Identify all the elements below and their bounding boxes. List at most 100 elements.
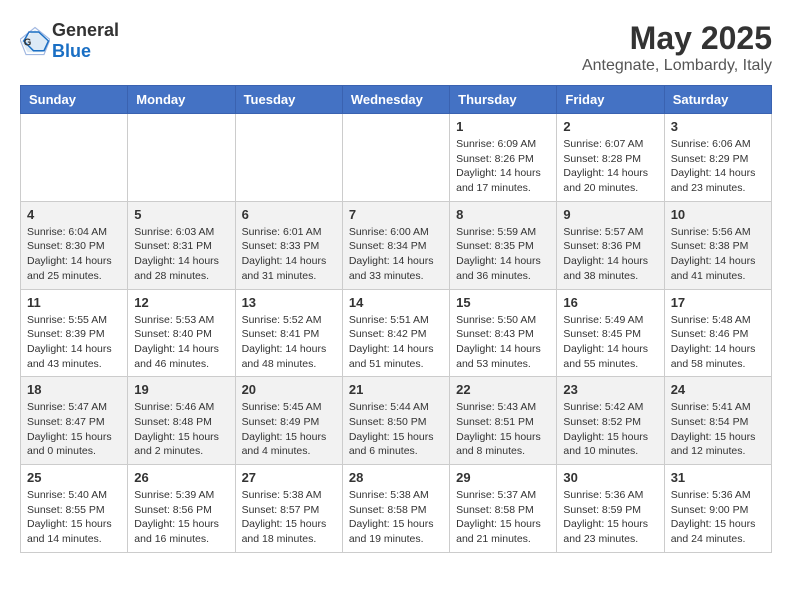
day-info: Sunrise: 6:09 AMSunset: 8:26 PMDaylight:… <box>456 137 550 196</box>
day-number: 24 <box>671 382 765 397</box>
calendar-week-4: 18 Sunrise: 5:47 AMSunset: 8:47 PMDayligh… <box>21 377 772 465</box>
day-number: 4 <box>27 207 121 222</box>
calendar-cell-2-4: 7 Sunrise: 6:00 AMSunset: 8:34 PMDaylight… <box>342 201 449 289</box>
day-info: Sunrise: 6:07 AMSunset: 8:28 PMDaylight:… <box>563 137 657 196</box>
calendar-cell-3-1: 11Sunrise: 5:55 AMSunset: 8:39 PMDayligh… <box>21 289 128 377</box>
day-info: Sunrise: 5:41 AMSunset: 8:54 PMDaylight:… <box>671 400 765 459</box>
calendar-cell-3-2: 12 Sunrise: 5:53 AMSunset: 8:40 PMDayligh… <box>128 289 235 377</box>
calendar-cell-5-4: 28Sunrise: 5:38 AMSunset: 8:58 PMDayligh… <box>342 465 449 553</box>
day-number: 1 <box>456 119 550 134</box>
day-number: 22 <box>456 382 550 397</box>
day-info: Sunrise: 5:36 AMSunset: 9:00 PMDaylight:… <box>671 488 765 547</box>
calendar-cell-3-3: 13 Sunrise: 5:52 AMSunset: 8:41 PMDayligh… <box>235 289 342 377</box>
day-info: Sunrise: 5:49 AMSunset: 8:45 PMDaylight:… <box>563 313 657 372</box>
header-friday: Friday <box>557 86 664 114</box>
calendar-cell-3-4: 14 Sunrise: 5:51 AMSunset: 8:42 PMDayligh… <box>342 289 449 377</box>
header-monday: Monday <box>128 86 235 114</box>
day-info: Sunrise: 5:44 AMSunset: 8:50 PMDaylight:… <box>349 400 443 459</box>
calendar-cell-5-1: 25Sunrise: 5:40 AMSunset: 8:55 PMDayligh… <box>21 465 128 553</box>
day-number: 26 <box>134 470 228 485</box>
day-number: 15 <box>456 295 550 310</box>
day-number: 8 <box>456 207 550 222</box>
calendar-cell-1-3 <box>235 114 342 202</box>
calendar-cell-4-3: 20Sunrise: 5:45 AMSunset: 8:49 PMDayligh… <box>235 377 342 465</box>
day-number: 5 <box>134 207 228 222</box>
day-info: Sunrise: 5:57 AMSunset: 8:36 PMDaylight:… <box>563 225 657 284</box>
calendar-cell-1-6: 2 Sunrise: 6:07 AMSunset: 8:28 PMDaylight… <box>557 114 664 202</box>
day-info: Sunrise: 5:52 AMSunset: 8:41 PMDaylight:… <box>242 313 336 372</box>
day-info: Sunrise: 5:47 AMSunset: 8:47 PMDaylight:… <box>27 400 121 459</box>
day-number: 10 <box>671 207 765 222</box>
calendar-cell-4-6: 23Sunrise: 5:42 AMSunset: 8:52 PMDayligh… <box>557 377 664 465</box>
calendar-cell-2-5: 8 Sunrise: 5:59 AMSunset: 8:35 PMDaylight… <box>450 201 557 289</box>
day-info: Sunrise: 5:43 AMSunset: 8:51 PMDaylight:… <box>456 400 550 459</box>
weekday-header-row: Sunday Monday Tuesday Wednesday Thursday… <box>21 86 772 114</box>
day-number: 12 <box>134 295 228 310</box>
svg-text:G: G <box>24 38 32 49</box>
calendar-cell-4-1: 18 Sunrise: 5:47 AMSunset: 8:47 PMDayligh… <box>21 377 128 465</box>
day-number: 14 <box>349 295 443 310</box>
calendar-cell-4-5: 22 Sunrise: 5:43 AMSunset: 8:51 PMDayligh… <box>450 377 557 465</box>
logo-icon: G <box>20 26 50 56</box>
calendar-cell-1-5: 1 Sunrise: 6:09 AMSunset: 8:26 PMDaylight… <box>450 114 557 202</box>
calendar-cell-5-6: 30 Sunrise: 5:36 AMSunset: 8:59 PMDayligh… <box>557 465 664 553</box>
day-info: Sunrise: 6:00 AMSunset: 8:34 PMDaylight:… <box>349 225 443 284</box>
day-info: Sunrise: 5:36 AMSunset: 8:59 PMDaylight:… <box>563 488 657 547</box>
calendar-cell-5-5: 29Sunrise: 5:37 AMSunset: 8:58 PMDayligh… <box>450 465 557 553</box>
logo-text: General Blue <box>52 20 119 62</box>
day-info: Sunrise: 5:42 AMSunset: 8:52 PMDaylight:… <box>563 400 657 459</box>
day-info: Sunrise: 5:48 AMSunset: 8:46 PMDaylight:… <box>671 313 765 372</box>
calendar-cell-5-2: 26 Sunrise: 5:39 AMSunset: 8:56 PMDayligh… <box>128 465 235 553</box>
day-info: Sunrise: 6:04 AMSunset: 8:30 PMDaylight:… <box>27 225 121 284</box>
calendar-header: Sunday Monday Tuesday Wednesday Thursday… <box>21 86 772 114</box>
day-info: Sunrise: 5:45 AMSunset: 8:49 PMDaylight:… <box>242 400 336 459</box>
day-info: Sunrise: 5:50 AMSunset: 8:43 PMDaylight:… <box>456 313 550 372</box>
day-number: 27 <box>242 470 336 485</box>
day-info: Sunrise: 5:53 AMSunset: 8:40 PMDaylight:… <box>134 313 228 372</box>
day-info: Sunrise: 5:56 AMSunset: 8:38 PMDaylight:… <box>671 225 765 284</box>
day-number: 19 <box>134 382 228 397</box>
calendar-week-5: 25Sunrise: 5:40 AMSunset: 8:55 PMDayligh… <box>21 465 772 553</box>
calendar-cell-2-2: 5Sunrise: 6:03 AMSunset: 8:31 PMDaylight… <box>128 201 235 289</box>
page-header: G General Blue May 2025 Antegnate, Lomba… <box>20 20 772 75</box>
calendar-cell-4-7: 24 Sunrise: 5:41 AMSunset: 8:54 PMDayligh… <box>664 377 771 465</box>
title-block: May 2025 Antegnate, Lombardy, Italy <box>582 20 772 75</box>
calendar-cell-1-1 <box>21 114 128 202</box>
day-info: Sunrise: 5:46 AMSunset: 8:48 PMDaylight:… <box>134 400 228 459</box>
day-number: 16 <box>563 295 657 310</box>
calendar-week-2: 4 Sunrise: 6:04 AMSunset: 8:30 PMDaylight… <box>21 201 772 289</box>
logo: G General Blue <box>20 20 119 62</box>
day-number: 6 <box>242 207 336 222</box>
day-number: 13 <box>242 295 336 310</box>
day-info: Sunrise: 6:01 AMSunset: 8:33 PMDaylight:… <box>242 225 336 284</box>
day-info: Sunrise: 5:38 AMSunset: 8:57 PMDaylight:… <box>242 488 336 547</box>
day-info: Sunrise: 5:40 AMSunset: 8:55 PMDaylight:… <box>27 488 121 547</box>
day-info: Sunrise: 5:39 AMSunset: 8:56 PMDaylight:… <box>134 488 228 547</box>
calendar-cell-1-4 <box>342 114 449 202</box>
logo-general: General <box>52 20 119 40</box>
calendar-cell-4-4: 21 Sunrise: 5:44 AMSunset: 8:50 PMDayligh… <box>342 377 449 465</box>
month-year-title: May 2025 <box>582 20 772 57</box>
calendar-cell-2-1: 4 Sunrise: 6:04 AMSunset: 8:30 PMDaylight… <box>21 201 128 289</box>
calendar-cell-2-6: 9 Sunrise: 5:57 AMSunset: 8:36 PMDaylight… <box>557 201 664 289</box>
day-number: 11 <box>27 295 121 310</box>
day-number: 31 <box>671 470 765 485</box>
calendar-cell-5-3: 27 Sunrise: 5:38 AMSunset: 8:57 PMDayligh… <box>235 465 342 553</box>
calendar-cell-1-2 <box>128 114 235 202</box>
header-thursday: Thursday <box>450 86 557 114</box>
day-number: 18 <box>27 382 121 397</box>
day-number: 7 <box>349 207 443 222</box>
day-number: 30 <box>563 470 657 485</box>
calendar-table: Sunday Monday Tuesday Wednesday Thursday… <box>20 85 772 553</box>
location-subtitle: Antegnate, Lombardy, Italy <box>582 57 772 75</box>
day-number: 28 <box>349 470 443 485</box>
day-number: 29 <box>456 470 550 485</box>
calendar-week-1: 1 Sunrise: 6:09 AMSunset: 8:26 PMDaylight… <box>21 114 772 202</box>
day-info: Sunrise: 5:51 AMSunset: 8:42 PMDaylight:… <box>349 313 443 372</box>
calendar-cell-5-7: 31 Sunrise: 5:36 AMSunset: 9:00 PMDayligh… <box>664 465 771 553</box>
header-tuesday: Tuesday <box>235 86 342 114</box>
day-number: 9 <box>563 207 657 222</box>
day-info: Sunrise: 5:59 AMSunset: 8:35 PMDaylight:… <box>456 225 550 284</box>
day-number: 21 <box>349 382 443 397</box>
day-number: 2 <box>563 119 657 134</box>
